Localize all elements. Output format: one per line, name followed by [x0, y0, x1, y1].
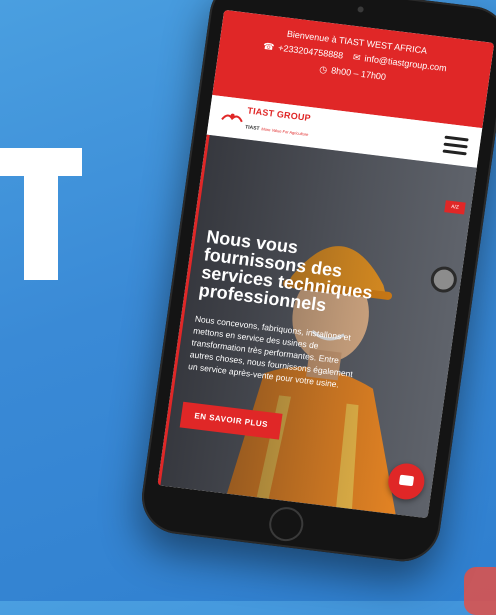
tablet-frame: Bienvenue à TIAST WEST AFRICA ☎ +23320475… — [137, 0, 496, 566]
phone-link[interactable]: +233204758888 — [278, 43, 344, 61]
hamburger-menu-icon[interactable] — [442, 131, 469, 159]
camera-icon — [357, 6, 365, 13]
clock-icon: ◷ — [318, 63, 328, 75]
phone-icon: ☎ — [262, 40, 276, 53]
hours-text: 8h00 – 17h00 — [330, 65, 387, 82]
logo-tagline: More Value For Agriculture — [261, 126, 309, 137]
logo-prefix: TIAST — [244, 124, 260, 132]
logo-text: TIAST GROUP TIASTMore Value For Agricult… — [244, 105, 312, 140]
site-logo[interactable]: TIAST GROUP TIASTMore Value For Agricult… — [219, 102, 311, 141]
logo-icon — [220, 109, 244, 126]
home-button[interactable] — [267, 505, 306, 544]
chat-bubble-icon — [398, 474, 415, 487]
language-toggle-button[interactable]: A/Z — [444, 200, 466, 215]
envelope-icon: ✉ — [352, 51, 362, 63]
hero-section: A/Z Nous vous fournissons des services t… — [157, 134, 477, 519]
background-decoration — [464, 567, 496, 615]
background-letter-stem — [24, 148, 58, 280]
tablet-screen: Bienvenue à TIAST WEST AFRICA ☎ +23320475… — [157, 9, 495, 519]
tablet-device: Bienvenue à TIAST WEST AFRICA ☎ +23320475… — [137, 0, 496, 566]
